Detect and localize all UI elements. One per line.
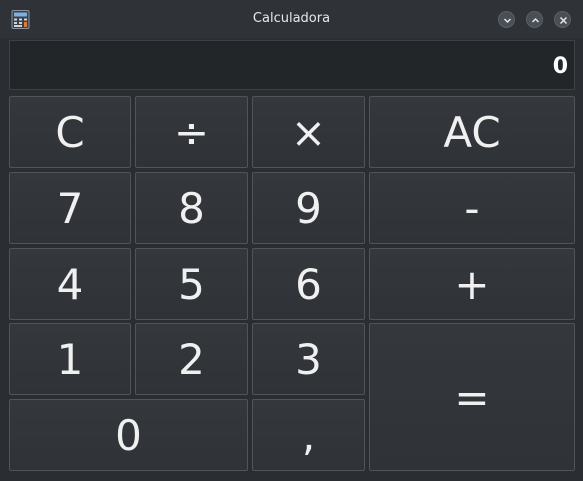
- calculator-window: Calculadora 0 C ÷ × AC 7 8 9 - 4 5 6 + 1…: [0, 0, 583, 481]
- digit-3-button[interactable]: 3: [252, 323, 365, 395]
- titlebar[interactable]: Calculadora: [0, 0, 583, 38]
- all-clear-label: AC: [443, 107, 501, 157]
- calculator-icon: [11, 10, 30, 29]
- digit-4-label: 4: [56, 259, 84, 309]
- divide-button[interactable]: ÷: [135, 96, 248, 168]
- decimal-comma-button[interactable]: ,: [252, 399, 365, 471]
- digit-0-button[interactable]: 0: [9, 399, 248, 471]
- digit-9-button[interactable]: 9: [252, 172, 365, 244]
- digit-8-button[interactable]: 8: [135, 172, 248, 244]
- digit-5-button[interactable]: 5: [135, 248, 248, 320]
- digit-5-label: 5: [178, 259, 205, 309]
- maximize-icon: [531, 17, 540, 23]
- plus-button[interactable]: +: [369, 248, 575, 320]
- digit-0-label: 0: [115, 410, 142, 460]
- digit-6-label: 6: [295, 259, 322, 309]
- decimal-comma-label: ,: [301, 410, 316, 460]
- multiply-label: ×: [290, 107, 327, 157]
- digit-7-label: 7: [56, 183, 84, 233]
- digit-9-label: 9: [295, 183, 322, 233]
- minus-label: -: [464, 183, 480, 233]
- minimize-button[interactable]: [498, 11, 515, 28]
- digit-1-button[interactable]: 1: [9, 323, 131, 395]
- digit-2-button[interactable]: 2: [135, 323, 248, 395]
- digit-2-label: 2: [178, 334, 205, 384]
- plus-label: +: [454, 259, 490, 309]
- digit-6-button[interactable]: 6: [252, 248, 365, 320]
- close-button[interactable]: [554, 11, 571, 28]
- equals-button[interactable]: =: [369, 323, 575, 471]
- digit-1-label: 1: [56, 334, 84, 384]
- result-display: 0: [9, 40, 575, 90]
- digit-8-label: 8: [178, 183, 205, 233]
- minimize-icon: [503, 18, 512, 24]
- clear-label: C: [55, 107, 85, 157]
- maximize-button[interactable]: [526, 11, 543, 28]
- window-title: Calculadora: [252, 11, 331, 26]
- display-value: 0: [552, 54, 568, 79]
- all-clear-button[interactable]: AC: [369, 96, 575, 168]
- multiply-button[interactable]: ×: [252, 96, 365, 168]
- minus-button[interactable]: -: [369, 172, 575, 244]
- divide-label: ÷: [173, 107, 210, 157]
- clear-button[interactable]: C: [9, 96, 131, 168]
- digit-7-button[interactable]: 7: [9, 172, 131, 244]
- close-icon: [559, 16, 568, 25]
- digit-4-button[interactable]: 4: [9, 248, 131, 320]
- digit-3-label: 3: [295, 334, 322, 384]
- equals-label: =: [454, 372, 490, 422]
